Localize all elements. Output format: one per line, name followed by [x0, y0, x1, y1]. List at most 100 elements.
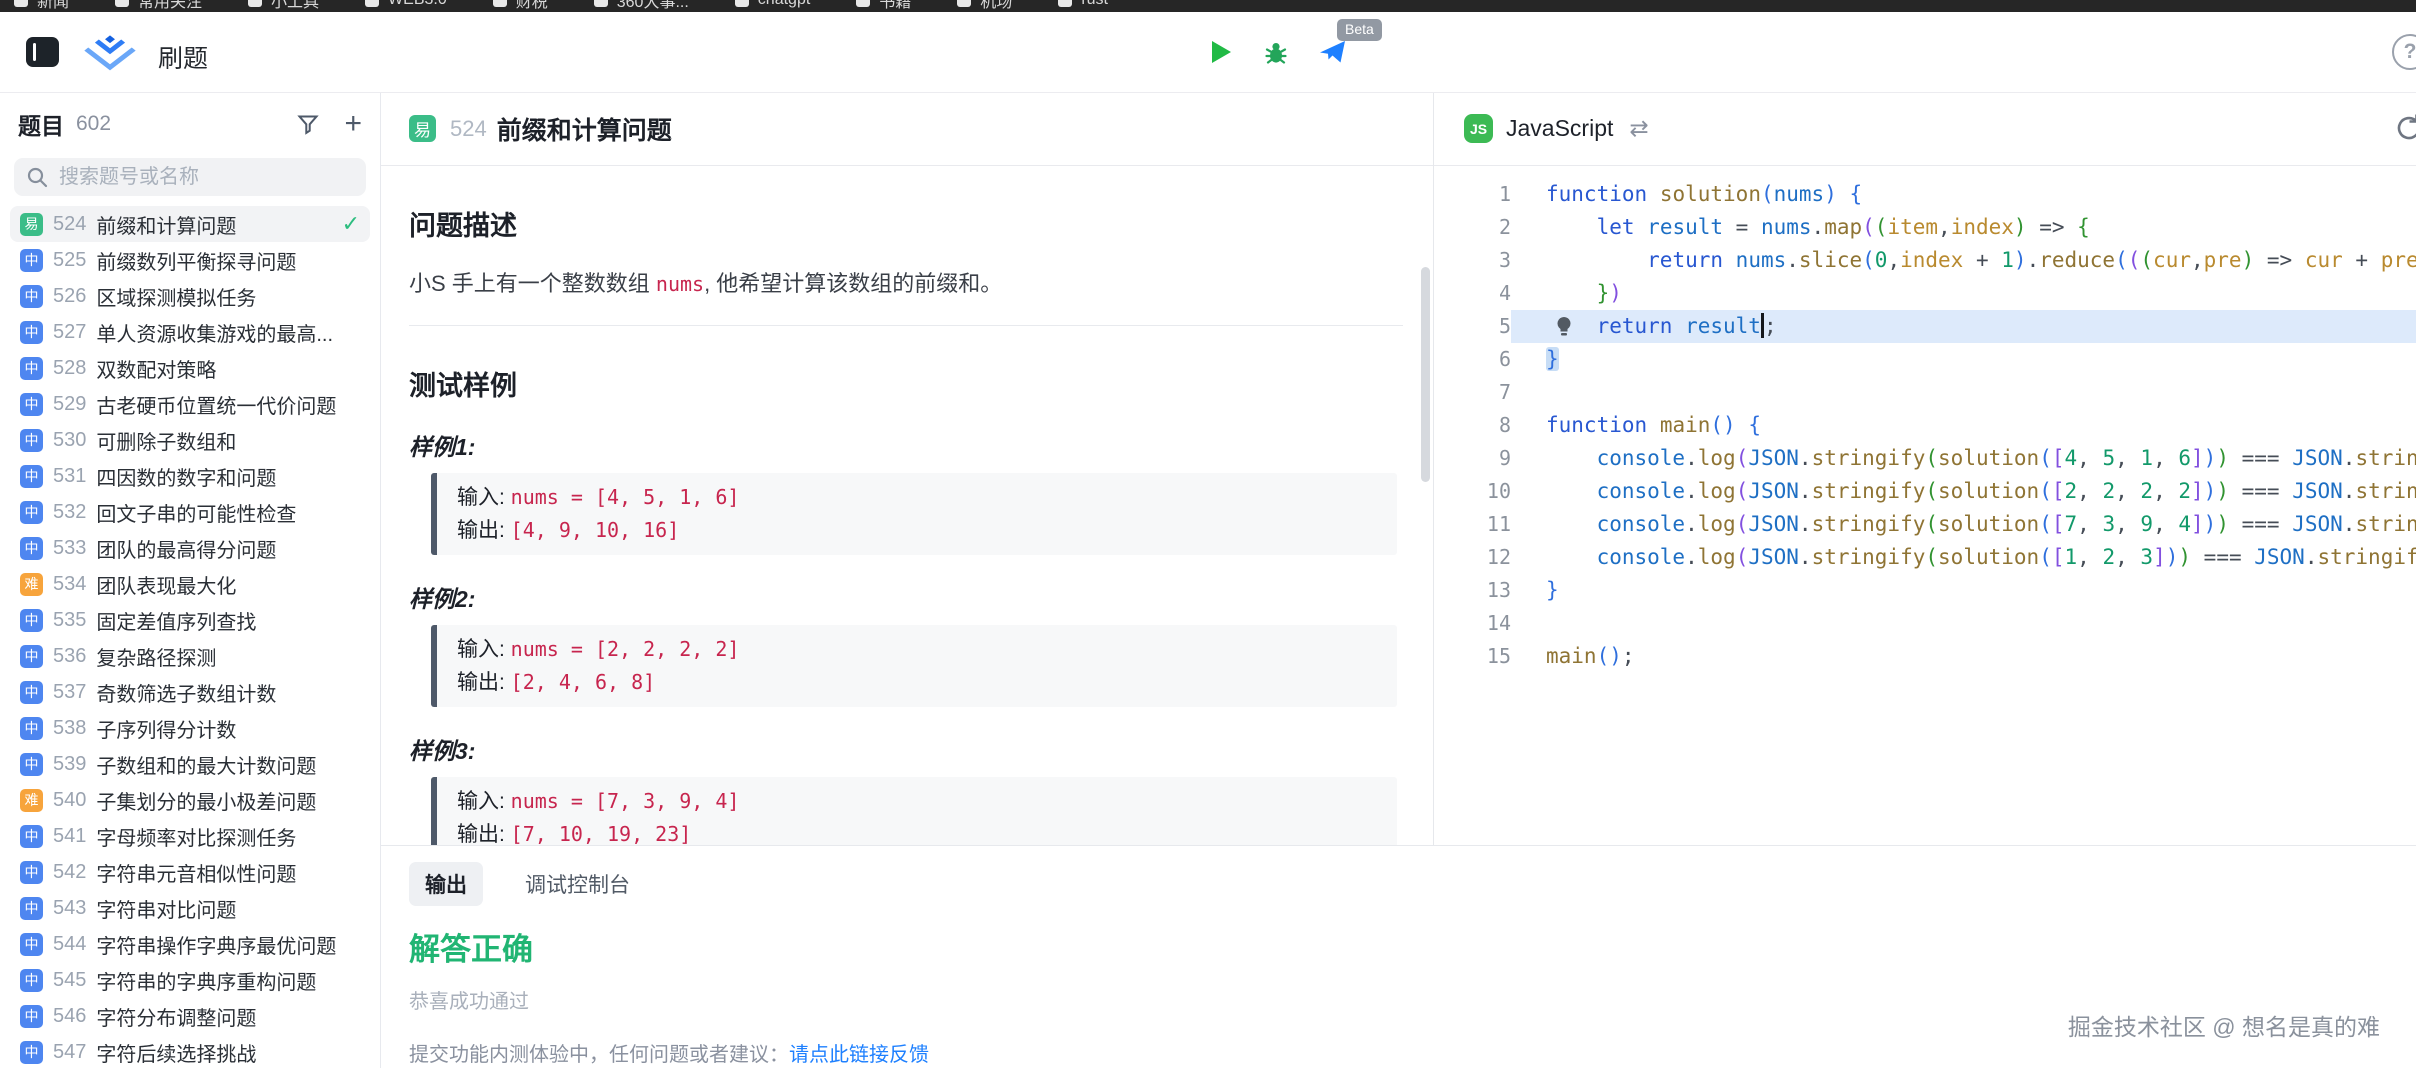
- code-line[interactable]: 13}: [1434, 574, 2416, 607]
- code-line[interactable]: 6}: [1434, 343, 2416, 376]
- sample: 样例1:输入: nums = [4, 5, 1, 6]输出: [4, 9, 10…: [409, 433, 1403, 555]
- difficulty-icon: 中: [20, 357, 43, 380]
- problem-list-item[interactable]: 中529古老硬币位置统一代价问题: [10, 386, 370, 422]
- samples-container: 样例1:输入: nums = [4, 5, 1, 6]输出: [4, 9, 10…: [409, 433, 1403, 845]
- code-line[interactable]: 10 console.log(JSON.stringify(solution([…: [1434, 475, 2416, 508]
- bookmark-favicon: [735, 0, 749, 7]
- problem-list-item[interactable]: 中528双数配对策略: [10, 350, 370, 386]
- sidebar-toggle-button[interactable]: [26, 37, 59, 67]
- submit-button[interactable]: Beta: [1318, 38, 1348, 66]
- help-button[interactable]: ?: [2392, 34, 2416, 70]
- code-line[interactable]: 7: [1434, 376, 2416, 409]
- switch-language-icon[interactable]: ⇄: [1629, 115, 1648, 142]
- sample-label: 样例3:: [409, 737, 1403, 765]
- app-header: 刷题 Beta ?: [0, 12, 2416, 93]
- question-mark-icon: ?: [2404, 40, 2416, 64]
- lightbulb-icon[interactable]: [1553, 315, 1575, 337]
- code-line[interactable]: 9 console.log(JSON.stringify(solution([4…: [1434, 442, 2416, 475]
- bookmark-item[interactable]: 书籍: [856, 0, 911, 12]
- feedback-link[interactable]: 请点此链接反馈: [789, 1044, 929, 1066]
- code-line[interactable]: 12 console.log(JSON.stringify(solution([…: [1434, 541, 2416, 574]
- problem-item-number: 534: [53, 573, 86, 596]
- play-icon: [1208, 38, 1234, 66]
- code-line[interactable]: 3 return nums.slice(0,index + 1).reduce(…: [1434, 244, 2416, 277]
- bookmark-item[interactable]: WEB3.0: [365, 0, 447, 9]
- sidebar-title: 题目: [18, 107, 64, 141]
- line-number: 10: [1434, 475, 1511, 508]
- code-area[interactable]: 1function solution(nums) {2 let result =…: [1434, 166, 2416, 673]
- output-tab[interactable]: 调试控制台: [509, 862, 646, 906]
- bookmark-item[interactable]: 常用关注: [115, 0, 202, 12]
- code-line[interactable]: 5 return result;: [1434, 310, 2416, 343]
- problem-list-item[interactable]: 中538子序列得分计数: [10, 710, 370, 746]
- code-line[interactable]: 15main();: [1434, 640, 2416, 673]
- problem-list-item[interactable]: 中547字符后续选择挑战: [10, 1034, 370, 1068]
- problem-list-item[interactable]: 中532回文子串的可能性检查: [10, 494, 370, 530]
- bookmark-item[interactable]: chatgpt: [735, 0, 810, 9]
- problem-list-item[interactable]: 中531四因数的数字和问题: [10, 458, 370, 494]
- difficulty-icon: 中: [20, 753, 43, 776]
- code-line[interactable]: 2 let result = nums.map((item,index) => …: [1434, 211, 2416, 244]
- line-number: 9: [1434, 442, 1511, 475]
- code-line[interactable]: 1function solution(nums) {: [1434, 178, 2416, 211]
- problem-list-item[interactable]: 中545字符串的字典序重构问题: [10, 962, 370, 998]
- search-input[interactable]: [57, 165, 354, 190]
- debug-button[interactable]: [1262, 38, 1290, 66]
- output-tab[interactable]: 输出: [409, 862, 483, 906]
- sample: 样例2:输入: nums = [2, 2, 2, 2]输出: [2, 4, 6,…: [409, 585, 1403, 707]
- bookmark-item[interactable]: 小工具: [248, 0, 319, 12]
- search-box[interactable]: [14, 158, 366, 196]
- problem-list-item[interactable]: 中527单人资源收集游戏的最高...: [10, 314, 370, 350]
- problem-list-item[interactable]: 中533团队的最高得分问题: [10, 530, 370, 566]
- code-line[interactable]: 11 console.log(JSON.stringify(solution([…: [1434, 508, 2416, 541]
- problem-list-item[interactable]: 中525前缀数列平衡探寻问题: [10, 242, 370, 278]
- problem-item-number: 527: [53, 321, 86, 344]
- bookmark-favicon: [493, 0, 507, 7]
- vertical-scrollbar[interactable]: [1421, 267, 1430, 482]
- bookmark-item[interactable]: 新闻: [14, 0, 69, 12]
- code-line[interactable]: 4 }): [1434, 277, 2416, 310]
- line-number: 2: [1434, 211, 1511, 244]
- bookmark-item[interactable]: rust: [1058, 0, 1108, 9]
- problem-list-item[interactable]: 中539子数组和的最大计数问题: [10, 746, 370, 782]
- problem-list-item[interactable]: 中541字母频率对比探测任务: [10, 818, 370, 854]
- code-line[interactable]: 14: [1434, 607, 2416, 640]
- problem-list-item[interactable]: 中537奇数筛选子数组计数: [10, 674, 370, 710]
- problem-list-item[interactable]: 中536复杂路径探测: [10, 638, 370, 674]
- line-number: 6: [1434, 343, 1511, 376]
- problem-item-number: 531: [53, 465, 86, 488]
- sample-block: 输入: nums = [2, 2, 2, 2]输出: [2, 4, 6, 8]: [431, 625, 1397, 707]
- filter-icon[interactable]: [296, 112, 320, 136]
- code-line[interactable]: 8function main() {: [1434, 409, 2416, 442]
- problem-count: 602: [76, 112, 111, 136]
- sample: 样例3:输入: nums = [7, 3, 9, 4]输出: [7, 10, 1…: [409, 737, 1403, 845]
- bookmark-item[interactable]: 360大事...: [594, 0, 689, 12]
- problem-list-item[interactable]: 中542字符串元音相似性问题: [10, 854, 370, 890]
- bookmark-item[interactable]: 财税: [493, 0, 548, 12]
- difficulty-icon: 难: [20, 789, 43, 812]
- problem-panel-header: 易 524 前缀和计算问题: [381, 92, 1433, 166]
- problem-list-item[interactable]: 难534团队表现最大化: [10, 566, 370, 602]
- problem-list-item[interactable]: 易524前缀和计算问题✓: [10, 206, 370, 242]
- problem-list-item[interactable]: 中530可删除子数组和: [10, 422, 370, 458]
- add-icon[interactable]: +: [344, 109, 362, 139]
- juejin-logo[interactable]: [82, 35, 138, 73]
- problem-list-item[interactable]: 中535固定差值序列查找: [10, 602, 370, 638]
- problem-item-title: 子序列得分计数: [96, 714, 236, 743]
- bookmark-item[interactable]: 机场: [957, 0, 1012, 12]
- problem-list-item[interactable]: 中543字符串对比问题: [10, 890, 370, 926]
- difficulty-icon: 中: [20, 321, 43, 344]
- problem-item-number: 535: [53, 609, 86, 632]
- bookmark-favicon: [365, 0, 379, 7]
- problem-list-item[interactable]: 难540子集划分的最小极差问题: [10, 782, 370, 818]
- check-icon: ✓: [342, 211, 360, 237]
- javascript-icon: JS: [1464, 114, 1493, 143]
- bookmark-favicon: [856, 0, 870, 7]
- problem-list-item[interactable]: 中544字符串操作字典序最优问题: [10, 926, 370, 962]
- reset-code-icon[interactable]: [2393, 112, 2416, 144]
- run-button[interactable]: [1208, 38, 1234, 66]
- problem-list-item[interactable]: 中546字符分布调整问题: [10, 998, 370, 1034]
- line-number: 7: [1434, 376, 1511, 409]
- problem-list-item[interactable]: 中526区域探测模拟任务: [10, 278, 370, 314]
- problem-item-title: 字符串的字典序重构问题: [96, 966, 316, 995]
